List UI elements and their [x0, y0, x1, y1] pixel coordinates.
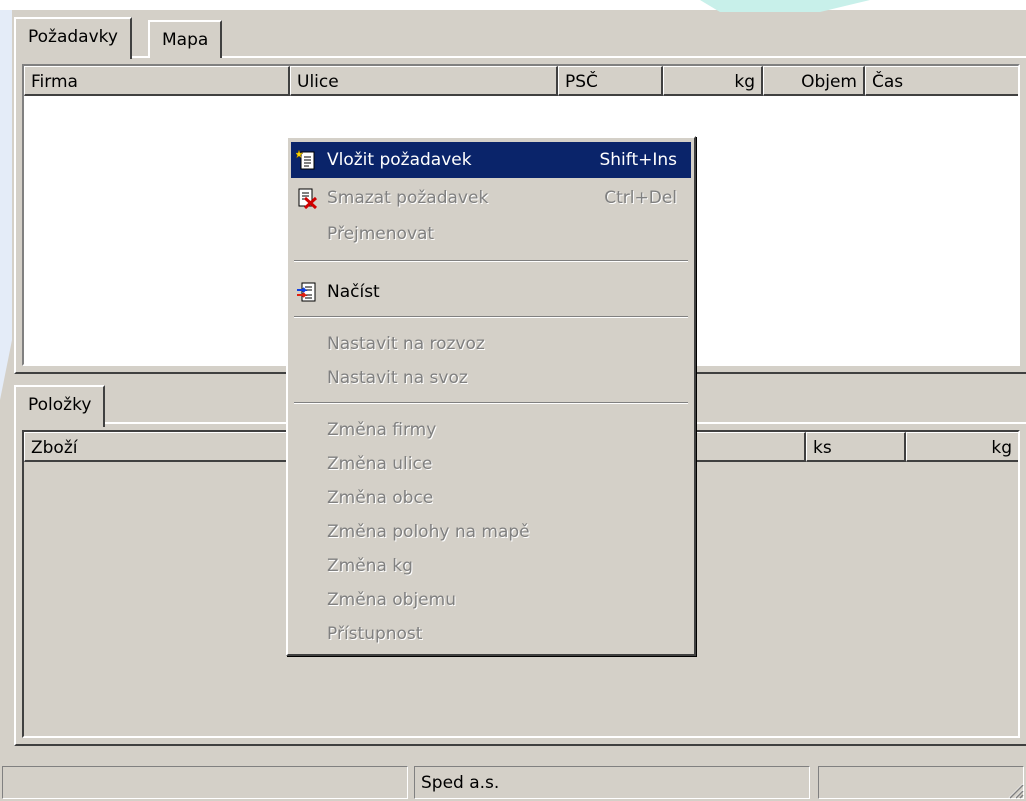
col-psc[interactable]: PSČ	[558, 66, 663, 96]
menu-item-shortcut: Ctrl+Del	[604, 188, 677, 208]
menu-item-nastavit-na-svoz[interactable]: Nastavit na svoz	[291, 360, 691, 396]
menu-item-label: Změna polohy na mapě	[327, 522, 530, 542]
menu-item-label: Změna obce	[327, 488, 434, 508]
menu-separator	[294, 260, 688, 262]
menu-item-label: Změna firmy	[327, 420, 437, 440]
items-tabbar: Položky	[14, 382, 314, 428]
tab-mapa[interactable]: Mapa	[148, 20, 223, 58]
requests-grid-header: Firma Ulice PSČ kg Objem Čas	[24, 66, 1018, 96]
status-panel-left	[2, 766, 408, 799]
menu-item-vlozit-pozadavek[interactable]: Vložit požadavek Shift+Ins	[291, 142, 691, 178]
col-objem[interactable]: Objem	[763, 66, 865, 96]
menu-item-label: Smazat požadavek	[327, 188, 489, 208]
menu-item-zmena-kg[interactable]: Změna kg	[291, 548, 691, 584]
menu-separator	[294, 402, 688, 404]
menu-item-label: Změna objemu	[327, 590, 456, 610]
menu-item-nastavit-na-rozvoz[interactable]: Nastavit na rozvoz	[291, 326, 691, 362]
menu-item-label: Nastavit na svoz	[327, 368, 468, 388]
status-panel-company: Sped a.s.	[414, 766, 810, 799]
col-kg[interactable]: kg	[663, 66, 763, 96]
menu-separator	[294, 316, 688, 318]
resize-grip-icon[interactable]	[1006, 781, 1024, 799]
menu-item-zmena-polohy-na-mape[interactable]: Změna polohy na mapě	[291, 514, 691, 550]
main-tabbar: Požadavky Mapa	[14, 14, 1014, 60]
insert-document-icon	[296, 149, 315, 170]
col-ks[interactable]: ks	[806, 432, 906, 462]
menu-item-zmena-ulice[interactable]: Změna ulice	[291, 446, 691, 482]
menu-item-label: Vložit požadavek	[327, 150, 472, 170]
menu-item-pristupnost[interactable]: Přístupnost	[291, 616, 691, 652]
delete-document-icon	[298, 188, 318, 209]
menu-item-shortcut: Shift+Ins	[599, 150, 677, 170]
menu-item-zmena-obce[interactable]: Změna obce	[291, 480, 691, 516]
menu-item-nacist[interactable]: Načíst	[291, 274, 691, 310]
tab-polozky[interactable]: Položky	[14, 385, 106, 427]
menu-item-label: Přejmenovat	[327, 224, 435, 244]
tab-pozadavky[interactable]: Požadavky	[14, 17, 132, 59]
col-firma[interactable]: Firma	[24, 66, 290, 96]
status-panel-right	[818, 766, 1024, 799]
col-ulice[interactable]: Ulice	[290, 66, 558, 96]
col-items-kg[interactable]: kg	[906, 432, 1018, 462]
menu-item-zmena-objemu[interactable]: Změna objemu	[291, 582, 691, 618]
menu-item-zmena-firmy[interactable]: Změna firmy	[291, 412, 691, 448]
menu-item-label: Načíst	[327, 282, 380, 302]
menu-item-label: Změna kg	[327, 556, 413, 576]
menu-item-label: Nastavit na rozvoz	[327, 334, 485, 354]
menu-item-smazat-pozadavek[interactable]: Smazat požadavek Ctrl+Del	[291, 180, 691, 216]
menu-item-label: Změna ulice	[327, 454, 433, 474]
menu-item-prejmenovat[interactable]: Přejmenovat	[291, 216, 691, 252]
menu-item-label: Přístupnost	[327, 624, 423, 644]
col-cas[interactable]: Čas	[865, 66, 1018, 96]
context-menu: Vložit požadavek Shift+Ins Smazat požada…	[286, 136, 696, 656]
load-document-icon	[297, 282, 316, 302]
status-bar: Sped a.s.	[0, 764, 1026, 801]
